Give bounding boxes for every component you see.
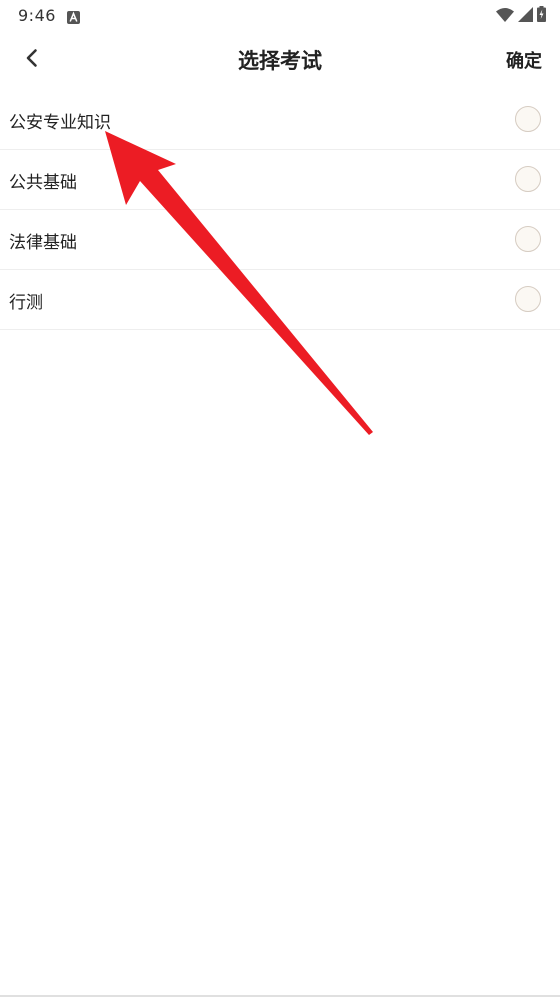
exam-label: 公共基础: [9, 173, 77, 193]
radio-button[interactable]: [515, 286, 541, 312]
status-icons: [496, 6, 546, 26]
exam-list: 公安专业知识 公共基础 法律基础 行测: [0, 90, 560, 330]
exam-label: 公安专业知识: [9, 113, 111, 133]
status-bar: 9:46: [0, 0, 560, 32]
exam-item-1[interactable]: 公共基础: [0, 150, 560, 210]
header-bar: 选择考试 确定: [0, 32, 560, 88]
exam-item-2[interactable]: 法律基础: [0, 210, 560, 270]
radio-button[interactable]: [515, 166, 541, 192]
confirm-button[interactable]: 确定: [506, 47, 542, 73]
cellular-signal-icon: [518, 6, 533, 26]
radio-button[interactable]: [515, 106, 541, 132]
exam-label: 法律基础: [9, 233, 77, 253]
exam-item-0[interactable]: 公安专业知识: [0, 90, 560, 150]
radio-button[interactable]: [515, 226, 541, 252]
exam-item-3[interactable]: 行测: [0, 270, 560, 330]
wifi-icon: [496, 7, 514, 26]
status-time: 9:46: [18, 6, 56, 25]
exam-label: 行测: [9, 293, 43, 313]
page-title: 选择考试: [238, 49, 322, 73]
app-notification-icon: [67, 9, 80, 24]
battery-charging-icon: [537, 6, 546, 26]
